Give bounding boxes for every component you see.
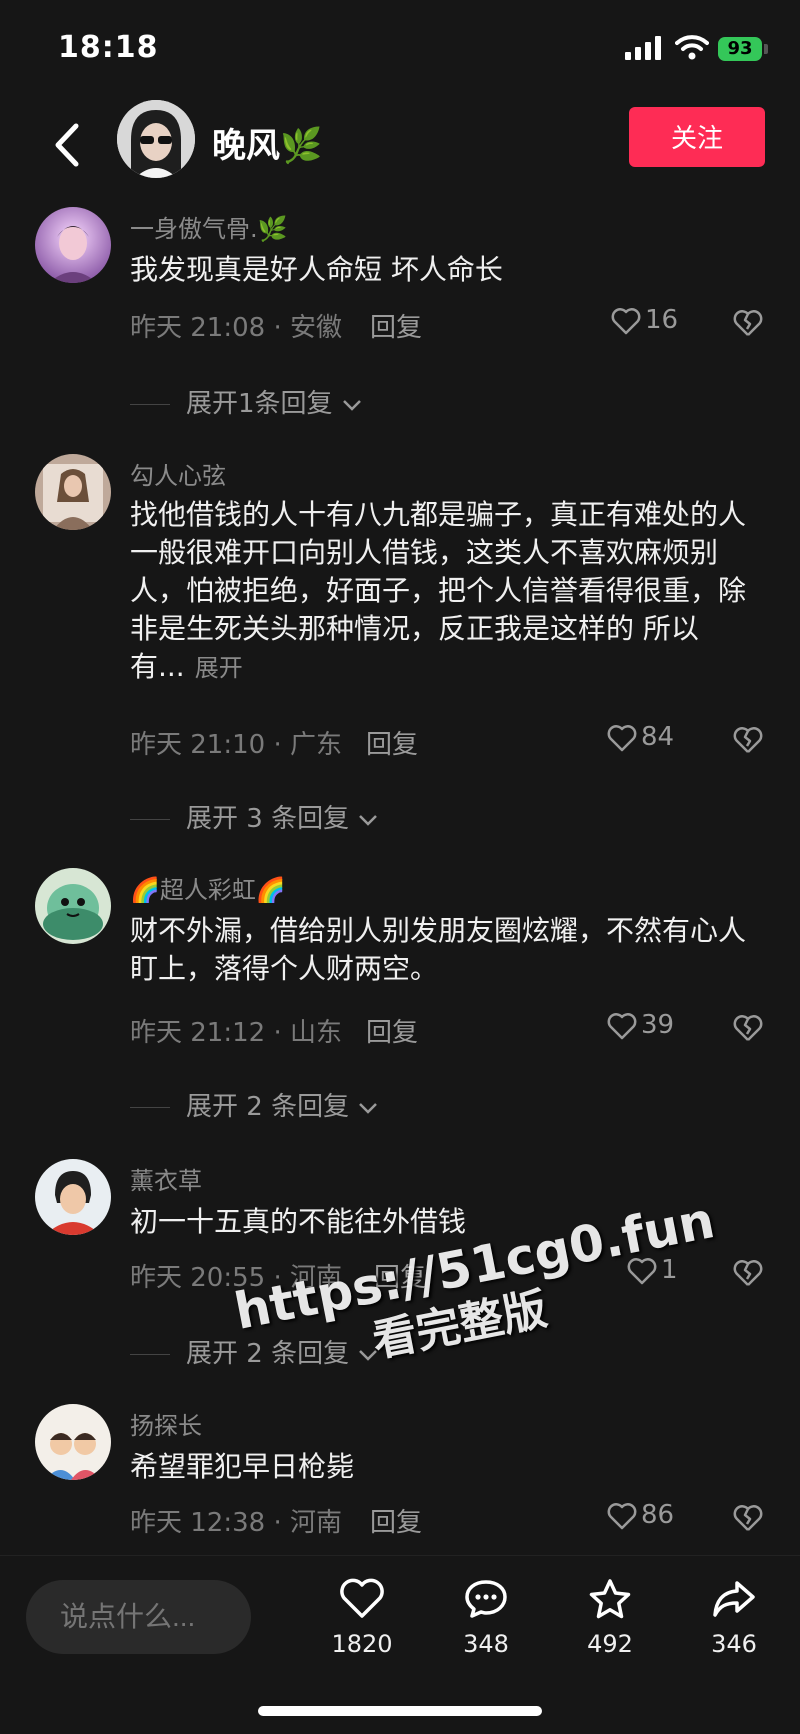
like-count: 1820: [331, 1630, 393, 1658]
divider: [130, 819, 170, 820]
comment-count: 348: [463, 1630, 509, 1658]
chevron-down-icon: [342, 399, 361, 411]
broken-heart-icon[interactable]: [733, 1259, 763, 1287]
share-arrow-icon: [713, 1581, 755, 1617]
comment-text: 财不外漏，借给别人别发朋友圈炫耀，不然有心人盯上，落得个人财两空。: [130, 914, 747, 985]
avatar[interactable]: [35, 1159, 111, 1235]
comment-input[interactable]: [26, 1580, 251, 1654]
avatar[interactable]: [35, 868, 111, 944]
bottom-bar: 1820 348 492 346: [0, 1555, 800, 1734]
reply-button[interactable]: 回复: [366, 1012, 418, 1049]
comment-text: 找他借钱的人十有八九都是骗子，真正有难处的人一般很难开口向别人借钱，这类人不喜欢…: [130, 496, 750, 687]
comment-bubble-icon: [465, 1580, 507, 1618]
divider: [130, 1107, 170, 1108]
follow-button[interactable]: 关注: [629, 107, 765, 167]
like-count: 16: [645, 305, 679, 335]
reply-button[interactable]: 回复: [370, 307, 422, 344]
wifi-icon: [675, 35, 709, 60]
expand-replies-label: 展开 2 条回复: [186, 1092, 350, 1122]
expand-replies[interactable]: 展开1条回复: [130, 383, 363, 420]
home-indicator: [258, 1706, 542, 1716]
divider: [130, 404, 170, 405]
reply-button[interactable]: 回复: [366, 724, 418, 761]
expand-replies-label: 展开 3 条回复: [186, 804, 350, 834]
like-count: 39: [641, 1010, 675, 1040]
expand-replies[interactable]: 展开 2 条回复: [130, 1086, 379, 1123]
avatar[interactable]: [35, 1404, 111, 1480]
back-arrow-icon[interactable]: [48, 120, 88, 170]
star-icon: [589, 1579, 631, 1619]
favorite-count: 492: [587, 1630, 633, 1658]
status-bar: 18:18 93: [0, 0, 800, 100]
signal-icon: [625, 36, 661, 60]
heart-icon: [607, 1502, 637, 1529]
profile-avatar[interactable]: [117, 100, 195, 178]
like-count: 84: [641, 722, 675, 752]
avatar[interactable]: [35, 207, 111, 283]
chevron-down-icon: [359, 1102, 378, 1114]
divider: [130, 1354, 170, 1355]
like-count: 86: [641, 1500, 675, 1530]
comment-username[interactable]: 🌈超人彩虹🌈: [130, 870, 286, 905]
broken-heart-icon[interactable]: [733, 726, 763, 754]
expand-replies-label: 展开1条回复: [186, 389, 333, 419]
favorite-action[interactable]: 492: [570, 1578, 650, 1658]
share-action[interactable]: 346: [694, 1578, 774, 1658]
heart-icon: [611, 307, 641, 334]
chevron-down-icon: [359, 814, 378, 826]
like-button[interactable]: 16: [611, 305, 678, 335]
comment-meta: 昨天 21:10 · 广东: [130, 730, 342, 760]
comment-text: 我发现真是好人命短 坏人命长: [130, 253, 503, 286]
comment-username[interactable]: 薰衣草: [130, 1161, 202, 1196]
broken-heart-icon[interactable]: [733, 1014, 763, 1042]
avatar[interactable]: [35, 454, 111, 530]
like-button[interactable]: 39: [607, 1010, 674, 1040]
heart-icon: [607, 724, 637, 751]
broken-heart-icon[interactable]: [733, 1504, 763, 1532]
comment-meta: 昨天 21:08 · 安徽: [130, 313, 342, 343]
share-count: 346: [711, 1630, 757, 1658]
battery-indicator: 93: [718, 37, 762, 61]
expand-replies[interactable]: 展开 3 条回复: [130, 798, 379, 835]
comment-username[interactable]: 扬探长: [130, 1406, 202, 1441]
like-action[interactable]: 1820: [322, 1578, 402, 1658]
heart-icon: [340, 1578, 384, 1618]
comment-username[interactable]: 勾人心弦: [130, 456, 226, 491]
profile-name[interactable]: 晚风🌿: [212, 118, 322, 167]
reply-button[interactable]: 回复: [370, 1502, 422, 1539]
comment-action[interactable]: 348: [446, 1578, 526, 1658]
expand-text-button[interactable]: 展开: [195, 654, 243, 682]
like-button[interactable]: 86: [607, 1500, 674, 1530]
comment-meta: 昨天 12:38 · 河南: [130, 1508, 342, 1538]
status-time: 18:18: [58, 30, 159, 65]
comment-text: 希望罪犯早日枪毙: [130, 1450, 355, 1483]
comment-username[interactable]: 一身傲气骨.🌿: [130, 209, 288, 244]
comment-meta: 昨天 21:12 · 山东: [130, 1018, 342, 1048]
broken-heart-icon[interactable]: [733, 309, 763, 337]
heart-icon: [607, 1012, 637, 1039]
like-button[interactable]: 84: [607, 722, 674, 752]
battery-tip: [764, 44, 768, 54]
